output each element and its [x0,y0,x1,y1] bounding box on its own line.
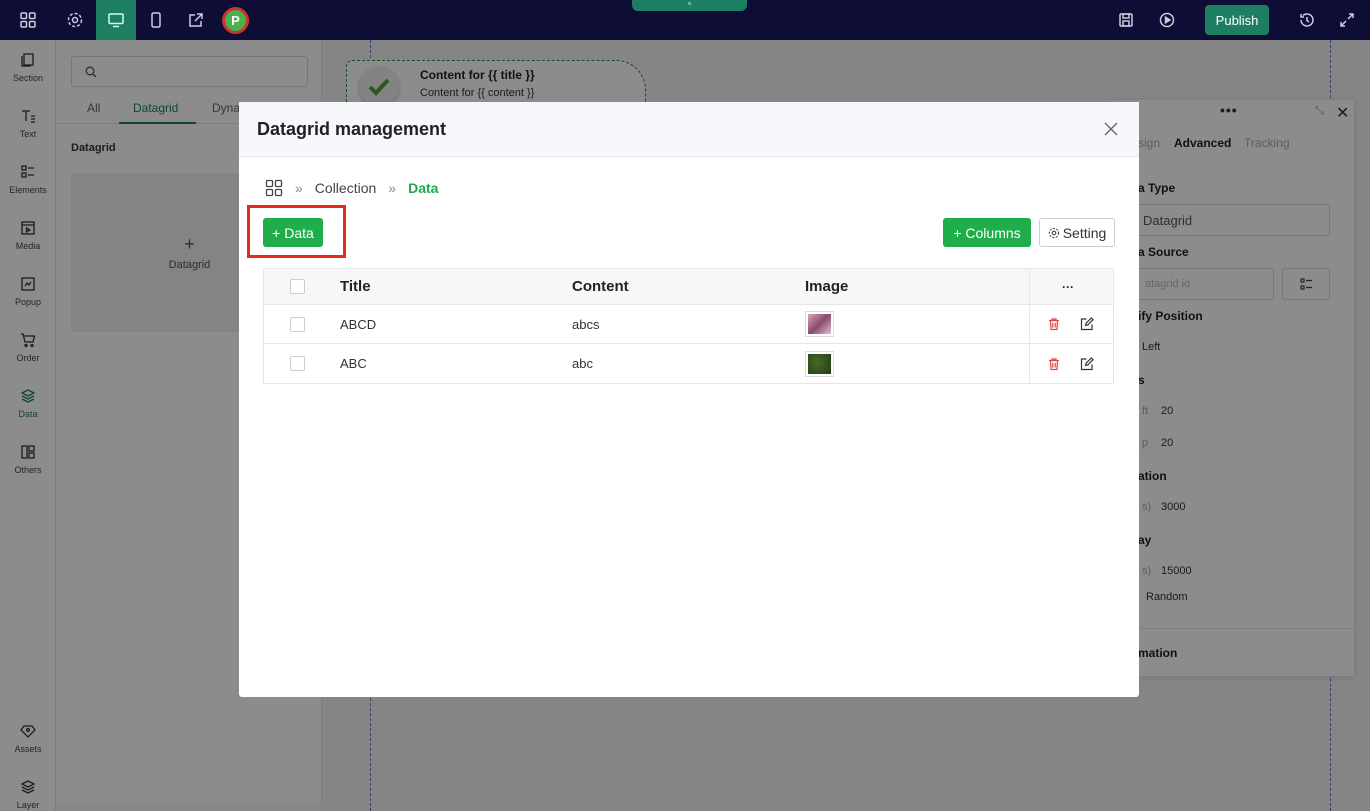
thumb-fill [808,353,831,374]
breadcrumb-separator-icon: » [295,180,303,196]
collapse-handle[interactable]: ^ [632,0,747,11]
preview-play-icon[interactable] [1147,0,1187,40]
row-checkbox[interactable] [290,356,305,371]
mobile-view-icon[interactable] [136,0,176,40]
actions-column-divider [1029,269,1030,304]
actions-column-divider [1029,305,1030,343]
more-options-icon[interactable]: ··· [1062,269,1074,304]
fullscreen-icon[interactable] [1327,0,1367,40]
table-row: ABCD abcs [264,305,1113,344]
add-data-button[interactable]: + Data [263,218,323,247]
desktop-view-icon[interactable] [96,0,136,40]
close-icon[interactable] [1101,119,1121,139]
actions-column-divider [1029,344,1030,383]
cell-image-thumbnail[interactable] [805,311,834,337]
edit-icon[interactable] [1078,355,1096,373]
table-header-row: Title Content Image ··· [264,269,1113,305]
modal-title: Datagrid management [257,119,447,139]
gear-icon[interactable] [55,0,95,40]
breadcrumb: » Collection » Data [265,178,438,198]
select-all-checkbox[interactable] [290,279,305,294]
gear-icon [1048,227,1059,238]
row-checkbox[interactable] [290,316,305,332]
data-table: Title Content Image ··· ABCD abcs ABC ab… [263,268,1114,384]
breadcrumb-data: Data [408,180,439,196]
edit-icon[interactable] [1078,315,1096,333]
thumb-fill [808,314,831,334]
setting-button[interactable]: Setting [1039,218,1115,247]
column-header-image[interactable]: Image [805,269,848,304]
cell-content: abc [572,356,593,371]
top-bar: P ^ Publish [0,0,1370,40]
save-icon[interactable] [1106,0,1146,40]
delete-icon[interactable] [1045,315,1063,333]
breadcrumb-collection[interactable]: Collection [315,180,376,196]
cell-content: abcs [572,316,600,332]
grid-home-icon[interactable] [265,179,283,197]
cell-image-thumbnail[interactable] [805,350,834,377]
column-header-title[interactable]: Title [340,269,371,304]
cell-title: ABCD [340,316,377,332]
datagrid-management-modal: Datagrid management » Collection » Data … [239,102,1139,697]
history-icon[interactable] [1287,0,1327,40]
breadcrumb-separator-icon: » [388,180,397,196]
column-header-content[interactable]: Content [572,269,629,304]
share-icon[interactable] [176,0,216,40]
modal-header: Datagrid management [239,102,1139,157]
cell-title: ABC [340,356,367,371]
publish-button[interactable]: Publish [1205,5,1269,35]
add-columns-button[interactable]: + Columns [943,218,1031,247]
delete-icon[interactable] [1045,355,1063,373]
apps-grid-icon[interactable] [8,0,48,40]
avatar[interactable]: P [222,7,249,34]
table-row: ABC abc [264,344,1113,383]
